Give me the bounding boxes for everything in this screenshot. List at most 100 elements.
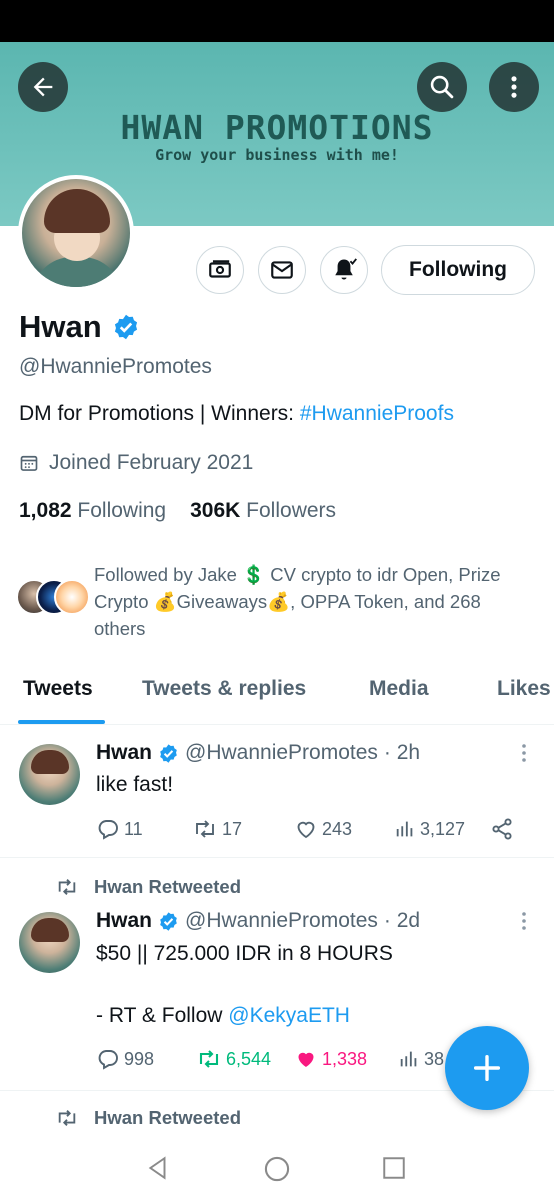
retweet-icon <box>199 1050 219 1068</box>
tweet-actions: 998 6,544 1,338 38 <box>96 1047 444 1071</box>
tweet-header: Hwan @HwanniePromotes · 2h <box>96 741 420 765</box>
more-vertical-icon[interactable] <box>512 741 536 765</box>
bar-chart-icon <box>400 1051 417 1067</box>
follow-stats: 1,082 Following 306K Followers <box>19 499 336 523</box>
active-tab-indicator <box>18 720 105 724</box>
nav-home-icon[interactable] <box>263 1155 291 1183</box>
status-bar <box>0 0 554 42</box>
profile-tabs: Tweets Tweets & replies Media Likes <box>0 665 554 725</box>
share-icon[interactable] <box>490 817 514 841</box>
tweet-text: like fast! <box>96 773 174 796</box>
retweet-icon <box>58 1110 76 1126</box>
views-count: 38 <box>424 1048 445 1069</box>
nav-recents-icon[interactable] <box>381 1155 407 1181</box>
tab-likes[interactable]: Likes <box>497 677 551 701</box>
tweet-author-handle: @HwanniePromotes <box>185 909 378 932</box>
tweet-header: Hwan @HwanniePromotes · 2d <box>96 909 420 933</box>
nav-back-icon[interactable] <box>145 1155 171 1181</box>
following-button[interactable]: Following <box>381 245 535 295</box>
tweet-author-handle: @HwanniePromotes <box>185 741 378 764</box>
tweet-time: · 2h <box>383 741 421 764</box>
profile-avatar[interactable] <box>18 175 134 291</box>
retweet-button[interactable]: 6,544 <box>196 1047 294 1071</box>
reply-icon <box>98 1050 118 1070</box>
back-button[interactable] <box>18 62 68 112</box>
tab-media[interactable]: Media <box>369 677 429 701</box>
more-vertical-icon <box>511 76 517 98</box>
retweeted-by-text: Hwan Retweeted <box>94 1107 242 1128</box>
compose-tweet-button[interactable] <box>445 1026 529 1110</box>
following-stat[interactable]: 1,082 Following <box>19 499 166 523</box>
profile-handle: @HwanniePromotes <box>19 355 212 378</box>
followers-label: Followers <box>246 499 337 522</box>
tweet-avatar[interactable] <box>19 912 80 973</box>
like-count: 243 <box>322 818 353 839</box>
following-label: Following <box>77 499 167 522</box>
reply-count: 11 <box>124 818 143 839</box>
banner-title: HWAN PROMOTIONS <box>120 108 434 147</box>
tweet-author-name: Hwan <box>96 909 153 932</box>
profile-name-row: Hwan <box>19 309 140 345</box>
tab-tweets[interactable]: Tweets <box>23 677 93 701</box>
retweeted-indicator: Hwan Retweeted <box>54 1107 241 1129</box>
system-nav-bar <box>0 1135 554 1200</box>
tweet-avatar[interactable] <box>19 744 80 805</box>
search-icon <box>430 75 454 99</box>
retweet-count: 6,544 <box>226 1048 272 1069</box>
retweeted-indicator: Hwan Retweeted <box>54 876 241 898</box>
views-button[interactable]: 38 <box>398 1048 444 1070</box>
tab-tweets-replies[interactable]: Tweets & replies <box>142 677 306 701</box>
reply-icon <box>98 820 118 840</box>
following-count: 1,082 <box>19 499 72 522</box>
joined-date: Joined February 2021 <box>19 451 253 475</box>
banner-subtitle: Grow your business with me! <box>155 146 399 164</box>
follower-avatar <box>54 579 90 615</box>
money-icon <box>209 260 231 278</box>
views-count: 3,127 <box>420 818 466 839</box>
tweet-text-line-2: - RT & Follow @KekyaETH <box>96 1000 350 1031</box>
retweet-icon <box>58 879 76 895</box>
notifications-button[interactable] <box>320 246 368 294</box>
mail-icon <box>271 261 293 279</box>
bell-check-icon <box>335 258 357 280</box>
more-vertical-icon[interactable] <box>512 909 536 933</box>
followed-by-text[interactable]: Followed by Jake 💲 CV crypto to idr Open… <box>94 561 534 642</box>
profile-name: Hwan <box>19 309 102 344</box>
reply-button[interactable]: 11 <box>96 817 192 841</box>
retweeted-by-text: Hwan Retweeted <box>94 876 242 897</box>
like-button[interactable]: 243 <box>294 817 394 841</box>
tweet-actions: 11 17 243 3,127 <box>96 817 514 841</box>
more-options-button[interactable] <box>489 62 539 112</box>
followers-stat[interactable]: 306K Followers <box>190 499 336 523</box>
calendar-icon <box>20 455 38 471</box>
tip-button[interactable] <box>196 246 244 294</box>
joined-text: Joined February 2021 <box>49 451 254 474</box>
reply-button[interactable]: 998 <box>96 1047 196 1071</box>
verified-badge-icon <box>114 314 137 340</box>
bio-text: DM for Promotions | Winners: <box>19 402 300 425</box>
tweet[interactable]: Hwan @HwanniePromotes · 2h like fast! 11… <box>0 725 554 858</box>
mention-link[interactable]: @KekyaETH <box>228 1004 350 1027</box>
tweet-author-name: Hwan <box>96 741 153 764</box>
plus-icon <box>473 1054 501 1082</box>
heart-filled-icon <box>298 1052 314 1067</box>
followers-count: 306K <box>190 499 241 522</box>
retweet-button[interactable]: 17 <box>192 817 294 841</box>
reply-count: 998 <box>124 1048 155 1069</box>
tweet-text-prefix: - RT & Follow <box>96 1004 229 1027</box>
verified-badge-icon <box>160 743 177 763</box>
bio-hashtag-link[interactable]: #HwannieProofs <box>300 402 454 425</box>
bar-chart-icon <box>396 821 413 837</box>
message-button[interactable] <box>258 246 306 294</box>
tweet-time: · 2d <box>383 909 421 932</box>
tweet-text-line-1: $50 || 725.000 IDR in 8 HOURS <box>96 942 393 965</box>
like-button[interactable]: 1,338 <box>294 1047 398 1071</box>
verified-badge-icon <box>160 911 177 931</box>
retweet-icon <box>196 820 214 838</box>
views-button[interactable]: 3,127 <box>394 818 490 840</box>
search-button[interactable] <box>417 62 467 112</box>
profile-bio: DM for Promotions | Winners: #HwanniePro… <box>19 402 454 426</box>
like-count: 1,338 <box>322 1048 368 1069</box>
retweet-count: 17 <box>222 818 243 839</box>
heart-icon <box>297 821 315 839</box>
